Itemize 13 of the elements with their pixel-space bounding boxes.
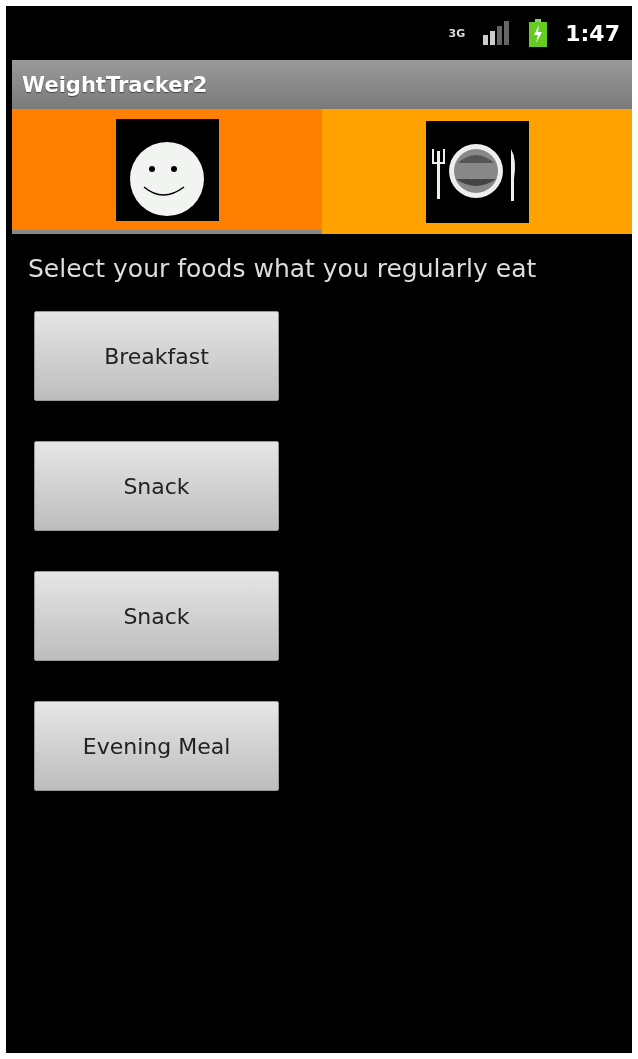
tab[interactable]: [12, 109, 322, 234]
meal-button[interactable]: Snack: [34, 571, 279, 661]
network-indicator: 3G: [448, 27, 466, 39]
meal-button[interactable]: Evening Meal: [34, 701, 279, 791]
clock: 1:47: [565, 20, 620, 46]
signal-icon: [483, 21, 512, 45]
app-title: WeightTracker2: [22, 72, 208, 97]
meal-button[interactable]: Breakfast: [34, 311, 279, 401]
prompt-text: Select your foods what you regularly eat: [28, 254, 538, 283]
battery-icon: [529, 19, 548, 47]
smiley-icon: [115, 118, 219, 221]
meal-button[interactable]: Snack: [34, 441, 279, 531]
tab[interactable]: [322, 109, 632, 234]
